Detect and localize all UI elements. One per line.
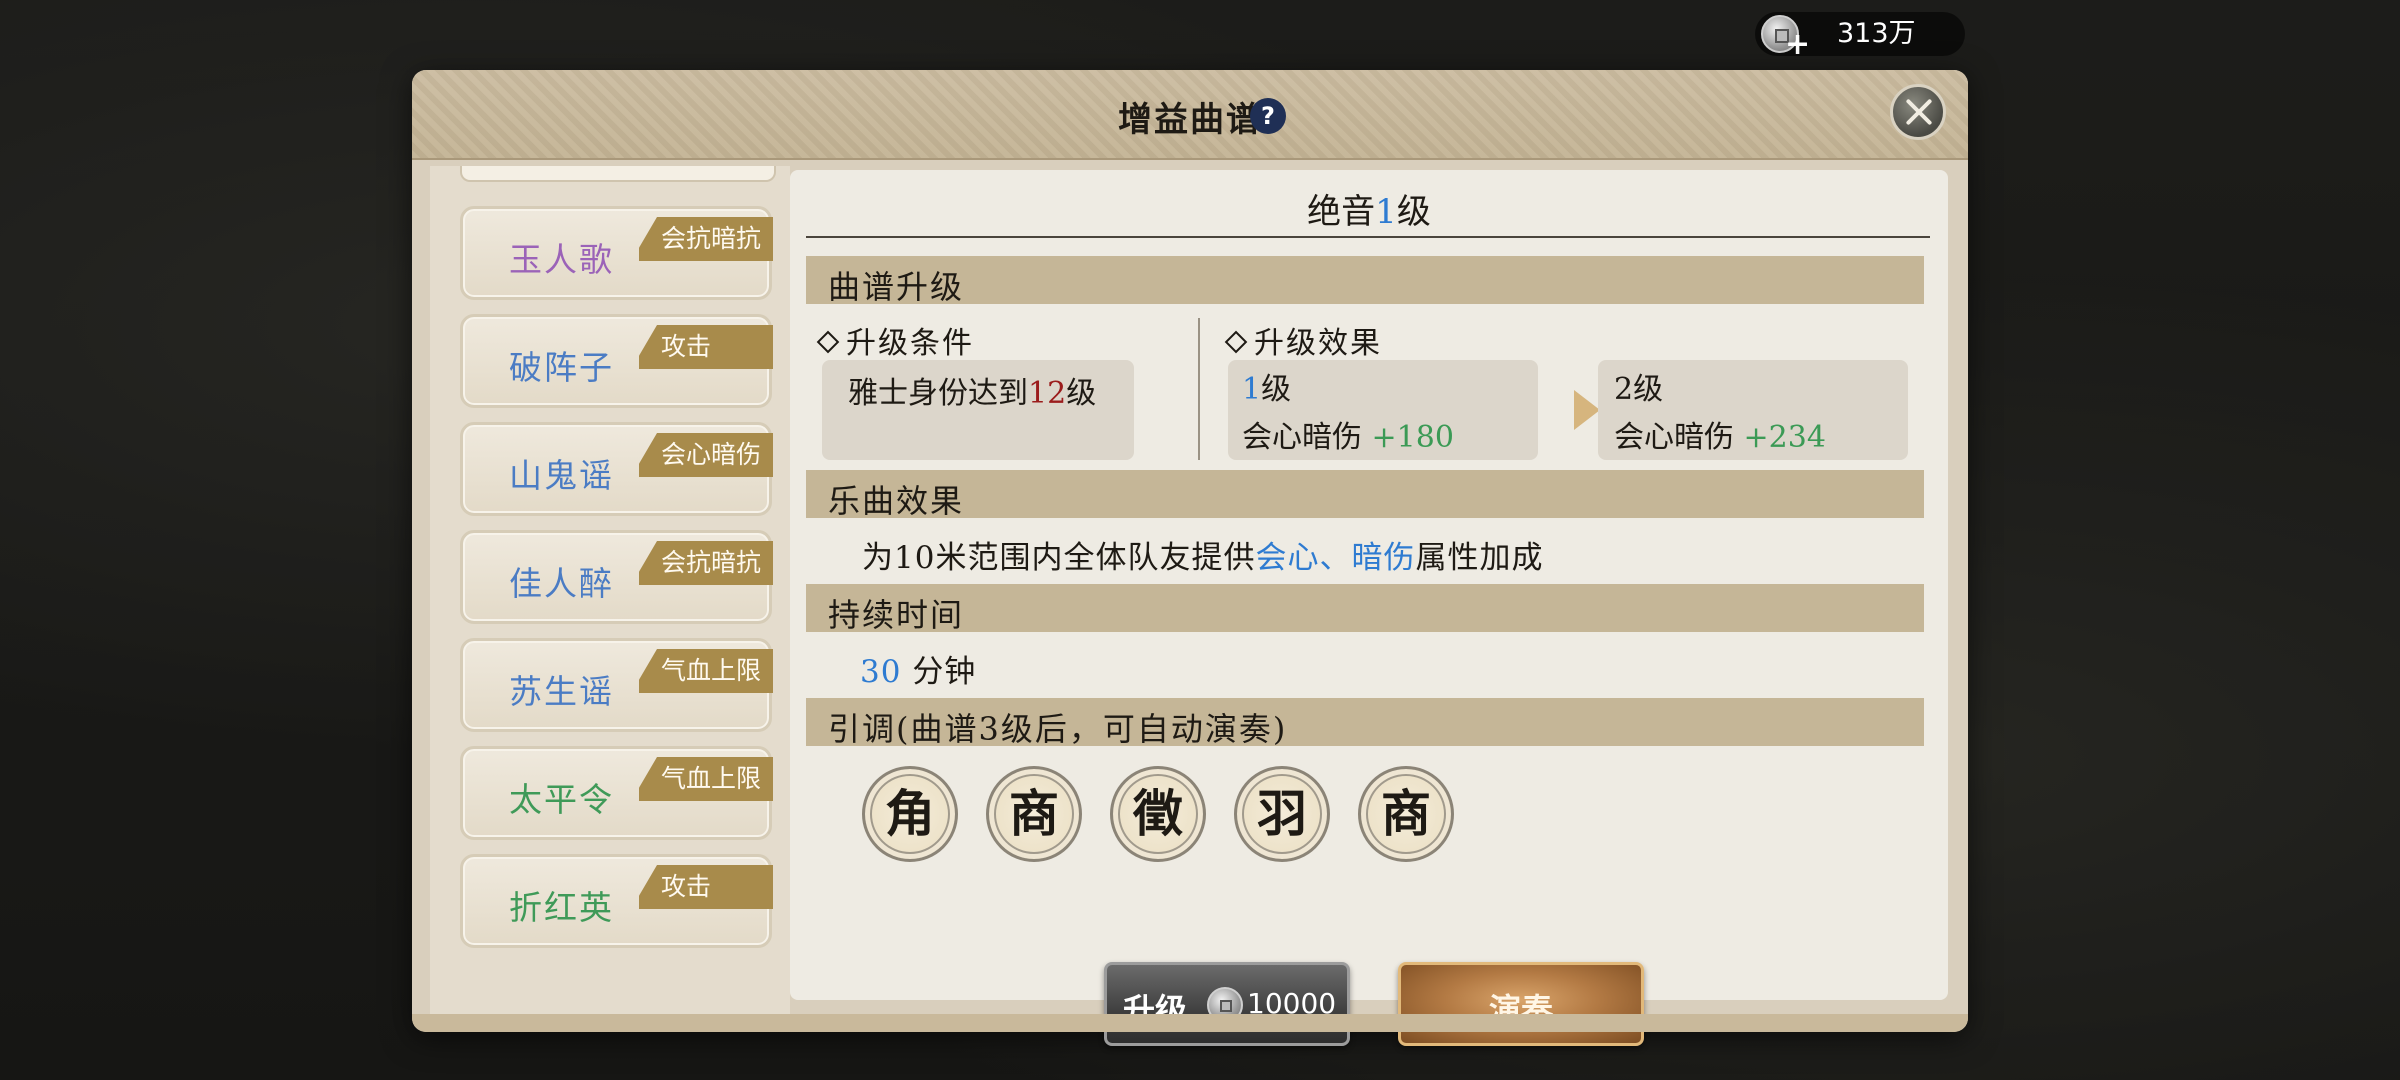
duration-unit: 分钟 <box>912 654 977 690</box>
currency-amount: 313万 <box>1837 18 1916 49</box>
tone-yu-icon: 羽 <box>1234 766 1330 862</box>
currency-display[interactable]: + 313万 <box>1755 12 1965 60</box>
section-music-effect: 乐曲效果 <box>806 470 1924 520</box>
song-name: 苏生谣 <box>509 672 614 711</box>
duration-text: 30 分钟 <box>860 646 976 691</box>
condition-pre: 雅士身份达到 <box>848 376 1028 411</box>
title-divider <box>806 236 1930 238</box>
diamond-icon <box>816 330 840 354</box>
section-tune: 引调(曲谱3级后，可自动演奏) <box>806 698 1924 748</box>
song-tag: 气血上限 <box>639 757 773 801</box>
next-level: 2级 <box>1614 372 1664 407</box>
current-stat-name: 会心暗伤 <box>1242 420 1362 455</box>
current-stat-value: +180 <box>1371 420 1454 455</box>
tone-jue-icon: 角 <box>862 766 958 862</box>
score-dialog: 增益曲谱 ? 玉人歌 会抗暗抗 破阵子 攻击 山鬼谣 会心暗伤 佳人醉 会抗暗抗… <box>412 70 1968 1046</box>
song-name: 破阵子 <box>509 348 614 387</box>
vertical-divider <box>1198 318 1200 460</box>
song-item[interactable]: 折红英 攻击 <box>460 854 773 948</box>
music-effect-text: 为10米范围内全体队友提供会心、暗伤属性加成 <box>862 532 1543 577</box>
next-stat: 会心暗伤 +234 <box>1614 412 1826 456</box>
current-level-number: 1 <box>1242 372 1262 407</box>
upgrade-button[interactable]: 升级 10000 <box>1104 962 1350 1046</box>
song-name: 佳人醉 <box>509 564 614 603</box>
song-tag: 会心暗伤 <box>639 433 773 477</box>
section-label: 曲谱升级 <box>828 268 965 306</box>
condition-level: 12 <box>1028 376 1067 411</box>
tone-zhi-icon: 徵 <box>1110 766 1206 862</box>
next-stat-value: +234 <box>1743 420 1826 455</box>
duration-value: 30 <box>860 654 902 690</box>
song-name: 山鬼谣 <box>509 456 614 495</box>
arrow-right-icon <box>1574 390 1600 430</box>
music-effect-post: 属性加成 <box>1415 540 1544 576</box>
tone-shang-icon: 商 <box>1358 766 1454 862</box>
dialog-title: 增益曲谱 <box>1118 100 1262 140</box>
effect-heading: 升级效果 <box>1224 318 1382 362</box>
plus-icon[interactable]: + <box>1785 30 1810 60</box>
section-upgrade: 曲谱升级 <box>806 256 1924 306</box>
help-icon[interactable]: ? <box>1250 98 1286 134</box>
song-item[interactable]: 破阵子 攻击 <box>460 314 773 408</box>
song-item[interactable]: 太平令 气血上限 <box>460 746 773 840</box>
next-level-box: 2级 会心暗伤 +234 <box>1598 360 1908 460</box>
current-level-box: 1级 会心暗伤 +180 <box>1228 360 1538 460</box>
current-level-suffix: 级 <box>1261 372 1292 407</box>
song-name: 太平令 <box>509 780 614 819</box>
song-list[interactable]: 玉人歌 会抗暗抗 破阵子 攻击 山鬼谣 会心暗伤 佳人醉 会抗暗抗 苏生谣 气血… <box>430 166 790 1014</box>
dialog-footer <box>412 1014 1968 1032</box>
song-title-suffix: 级 <box>1396 192 1431 232</box>
play-button[interactable]: 演奏 <box>1398 962 1644 1046</box>
detail-title: 绝音1级 <box>790 184 1948 233</box>
current-level: 1级 <box>1242 364 1291 408</box>
list-item-partial[interactable] <box>460 166 776 182</box>
song-item[interactable]: 玉人歌 会抗暗抗 <box>460 206 773 300</box>
condition-box: 雅士身份达到12级 <box>822 360 1134 460</box>
song-title-level: 1 <box>1375 192 1397 232</box>
condition-heading: 升级条件 <box>816 318 974 362</box>
condition-label: 升级条件 <box>846 326 974 361</box>
section-label: 乐曲效果 <box>828 482 965 520</box>
song-name: 玉人歌 <box>509 240 614 279</box>
detail-panel: 绝音1级 曲谱升级 升级条件 雅士身份达到12级 升级效果 1级 会心暗伤 +1… <box>790 170 1948 1046</box>
section-label: 引调(曲谱3级后，可自动演奏) <box>828 710 1288 748</box>
section-label: 持续时间 <box>828 596 965 634</box>
effect-label: 升级效果 <box>1254 326 1382 361</box>
dialog-header: 增益曲谱 ? <box>412 70 1968 160</box>
song-tag: 会抗暗抗 <box>639 217 773 261</box>
song-tag: 会抗暗抗 <box>639 541 773 585</box>
music-effect-pre: 为10米范围内全体队友提供 <box>862 540 1256 576</box>
song-item[interactable]: 佳人醉 会抗暗抗 <box>460 530 773 624</box>
current-stat: 会心暗伤 +180 <box>1242 412 1454 456</box>
music-effect-highlight: 会心、暗伤 <box>1255 540 1416 576</box>
song-tag: 攻击 <box>639 325 773 369</box>
section-duration: 持续时间 <box>806 584 1924 634</box>
song-item[interactable]: 苏生谣 气血上限 <box>460 638 773 732</box>
song-name: 折红英 <box>509 888 614 927</box>
song-title-name: 绝音 <box>1307 192 1376 232</box>
condition-post: 级 <box>1066 376 1097 411</box>
next-stat-name: 会心暗伤 <box>1614 420 1734 455</box>
tone-shang-icon: 商 <box>986 766 1082 862</box>
diamond-icon <box>1224 330 1248 354</box>
song-tag: 攻击 <box>639 865 773 909</box>
condition-text: 雅士身份达到12级 <box>848 368 1096 412</box>
close-button[interactable] <box>1890 84 1946 140</box>
song-tag: 气血上限 <box>639 649 773 693</box>
song-item[interactable]: 山鬼谣 会心暗伤 <box>460 422 773 516</box>
